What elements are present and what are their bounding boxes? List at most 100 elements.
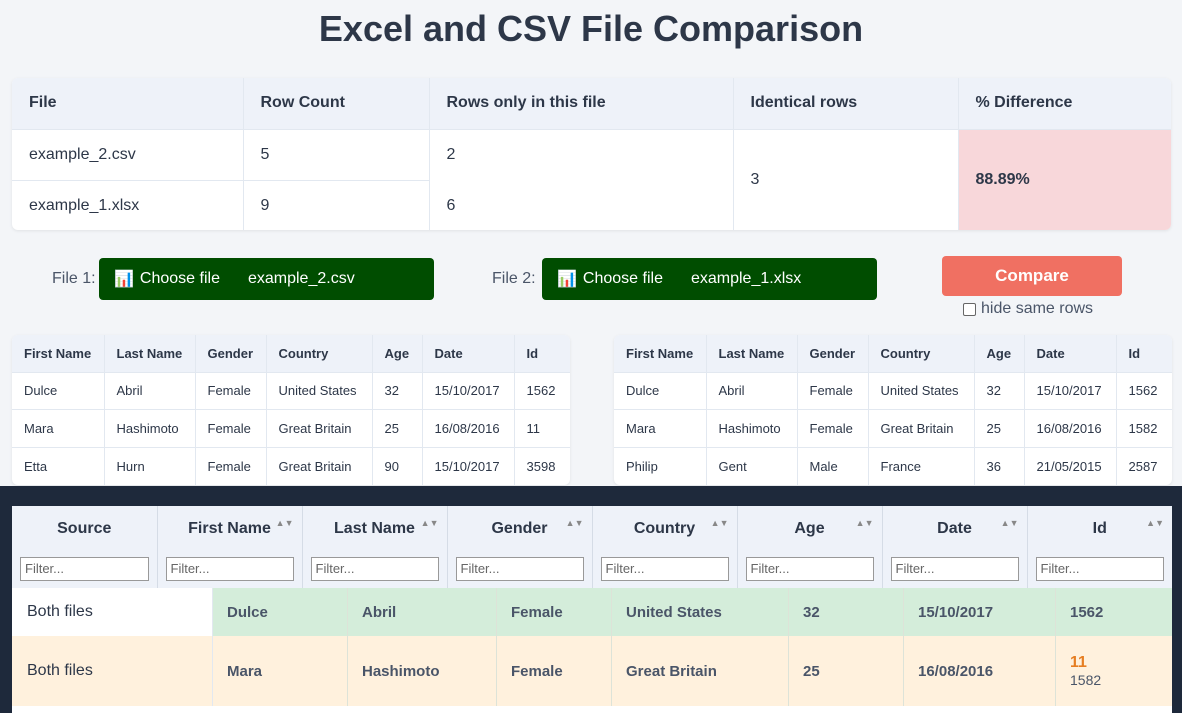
filter-input-source[interactable]: Filter... [20, 557, 149, 582]
filter-input-country[interactable]: Filter... [600, 557, 729, 582]
summary-rows-only: 6 [429, 180, 734, 230]
filter-input-gender[interactable]: Filter... [455, 557, 584, 582]
table-cell: 16/08/2016 [1024, 409, 1117, 447]
preview-header: Gender [195, 335, 267, 372]
table-cell: Hashimoto [104, 409, 196, 447]
results-header-date[interactable]: Date ▲▼ [882, 506, 1028, 551]
filter-input-age[interactable]: Filter... [745, 557, 874, 582]
row-source: Both files [12, 588, 213, 636]
header-label: Date [937, 519, 972, 537]
choose-file-label: Choose file [582, 270, 663, 287]
filter-input-first-name[interactable]: Filter... [165, 557, 294, 582]
sort-icon[interactable]: ▲▼ [856, 518, 874, 528]
table-cell: 11 [514, 409, 570, 447]
table-row: Both files Dulce Abril Female United Sta… [12, 588, 1172, 636]
hide-same-rows-toggle[interactable]: hide same rows [963, 300, 1093, 318]
header-label: Last Name [334, 519, 415, 537]
page-title: Excel and CSV File Comparison [318, 8, 864, 49]
table-cell: 16/08/2016 [904, 636, 1056, 706]
table-cell: United States [612, 588, 789, 636]
table-cell: Great Britain [266, 409, 373, 447]
preview-header: Last Name [706, 335, 798, 372]
table-cell: Great Britain [266, 446, 373, 485]
choose-file-label: Choose file [139, 270, 220, 287]
table-row: Both files Mara Hashimoto Female Great B… [12, 636, 1172, 706]
summary-header-difference: % Difference [958, 78, 1171, 129]
table-cell: Dulce [614, 371, 707, 410]
file1-name: example_2.csv [247, 270, 355, 287]
results-header-source[interactable]: Source [12, 506, 158, 551]
preview-header: Id [514, 335, 570, 372]
table-cell: Gent [706, 446, 798, 485]
results-header-age[interactable]: Age ▲▼ [737, 506, 883, 551]
hide-same-rows-checkbox[interactable] [963, 302, 976, 316]
results-header-country[interactable]: Country ▲▼ [592, 506, 738, 551]
table-cell: Female [497, 636, 612, 706]
table-cell: Great Britain [868, 409, 975, 447]
preview-header: Gender [797, 335, 869, 372]
filter-input-id[interactable]: Filter... [1035, 557, 1164, 582]
sort-icon[interactable]: ▲▼ [711, 518, 729, 528]
file2-label: File 2: [492, 270, 536, 287]
summary-rows-only: 2 [429, 128, 734, 180]
preview-header: Last Name [104, 335, 196, 372]
sort-icon[interactable]: ▲▼ [276, 518, 294, 528]
hide-same-rows-label: hide same rows [981, 300, 1094, 317]
header-label: Country [633, 519, 696, 537]
summary-header-identical: Identical rows [733, 78, 959, 129]
table-row: Etta Hurn Female Great Britain 90 15/10/2017 3… [12, 446, 570, 485]
preview-header: Date [1024, 335, 1117, 372]
table-cell: 16/08/2016 [422, 409, 515, 447]
chart-icon: 📊 [114, 271, 134, 288]
sort-icon[interactable]: ▲▼ [1146, 518, 1164, 528]
results-header-last-name[interactable]: Last Name ▲▼ [302, 506, 448, 551]
table-cell: 32 [789, 588, 904, 636]
table-row: Dulce Abril Female United States 32 15/10/201… [12, 371, 570, 410]
table-cell: 1562 [1056, 588, 1172, 636]
table-cell: 25 [372, 409, 423, 447]
table-cell: Female [195, 446, 267, 485]
header-label: Age [794, 519, 825, 537]
table-cell: Dulce [12, 371, 105, 410]
compare-button[interactable]: Compare [942, 256, 1122, 296]
table-cell: 3598 [514, 446, 570, 485]
results-header-first-name[interactable]: First Name ▲▼ [157, 506, 303, 551]
filter-input-last-name[interactable]: Filter... [310, 557, 439, 582]
table-cell: Female [797, 371, 869, 410]
table-cell: 1562 [1116, 371, 1172, 410]
summary-row-count: 9 [243, 179, 430, 230]
chart-icon: 📊 [557, 271, 577, 288]
file2-picker-button[interactable]: 📊 Choose file example_1.xlsx [542, 258, 877, 300]
table-cell: Mara [12, 409, 105, 447]
preview-header: Age [372, 335, 423, 372]
filter-input-date[interactable]: Filter... [890, 557, 1019, 582]
table-cell: 15/10/2017 [422, 446, 515, 485]
preview-header: Country [266, 335, 373, 372]
table-cell: 25 [974, 409, 1025, 447]
table-cell: Great Britain [612, 636, 789, 706]
preview-header: First Name [614, 335, 707, 372]
table-cell: 21/05/2015 [1024, 446, 1117, 485]
table-cell: Abril [706, 371, 798, 410]
sort-icon[interactable]: ▲▼ [1001, 518, 1019, 528]
preview-header: Date [422, 335, 515, 372]
table-cell: Female [195, 409, 267, 447]
table-cell: Philip [614, 446, 707, 485]
header-label: Gender [491, 519, 548, 537]
table-row: Mara Hashimoto Female Great Britain 25 16/08/… [614, 409, 1172, 447]
preview-header: Country [868, 335, 975, 372]
file1-picker-button[interactable]: 📊 Choose file example_2.csv [99, 258, 434, 300]
results-header-id[interactable]: Id ▲▼ [1027, 506, 1172, 551]
summary-header-row-count: Row Count [243, 78, 430, 129]
table-cell: Female [497, 588, 612, 636]
sort-icon[interactable]: ▲▼ [566, 518, 584, 528]
row-source: Both files [12, 636, 213, 706]
table-cell: Female [195, 371, 267, 410]
sort-icon[interactable]: ▲▼ [421, 518, 439, 528]
table-cell: 15/10/2017 [904, 588, 1056, 636]
header-label: Source [57, 519, 112, 537]
table-cell: 32 [974, 371, 1025, 410]
results-header-gender[interactable]: Gender ▲▼ [447, 506, 593, 551]
table-cell: 11 1582 [1056, 636, 1172, 706]
table-cell: Hurn [104, 446, 196, 485]
